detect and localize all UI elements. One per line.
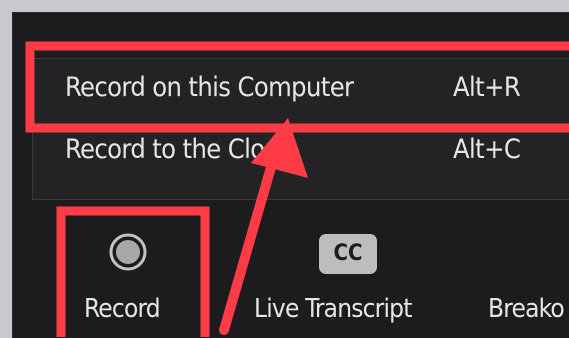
live-transcript-label: Live Transcript <box>254 294 412 324</box>
menu-item-label: Record to the Cloud <box>65 134 295 165</box>
menu-item-shortcut: Alt+R <box>453 72 521 103</box>
record-to-the-cloud-item[interactable]: Record to the Cloud Alt+C <box>33 123 569 179</box>
breakout-rooms-button[interactable]: Breako <box>478 200 569 337</box>
meeting-toolbar: Record Live Transcript Breako <box>0 200 569 337</box>
record-on-this-computer-item[interactable]: Record on this Computer Alt+R <box>33 61 569 117</box>
menu-item-label: Record on this Computer <box>65 72 354 103</box>
record-menu: Record on this Computer Alt+R Record to … <box>32 58 569 200</box>
breakout-rooms-label: Breako <box>488 294 565 324</box>
menu-item-shortcut: Alt+C <box>453 134 521 165</box>
record-circle-icon <box>109 233 147 271</box>
record-button-label: Record <box>84 294 161 324</box>
closed-caption-icon: CC <box>319 234 377 274</box>
